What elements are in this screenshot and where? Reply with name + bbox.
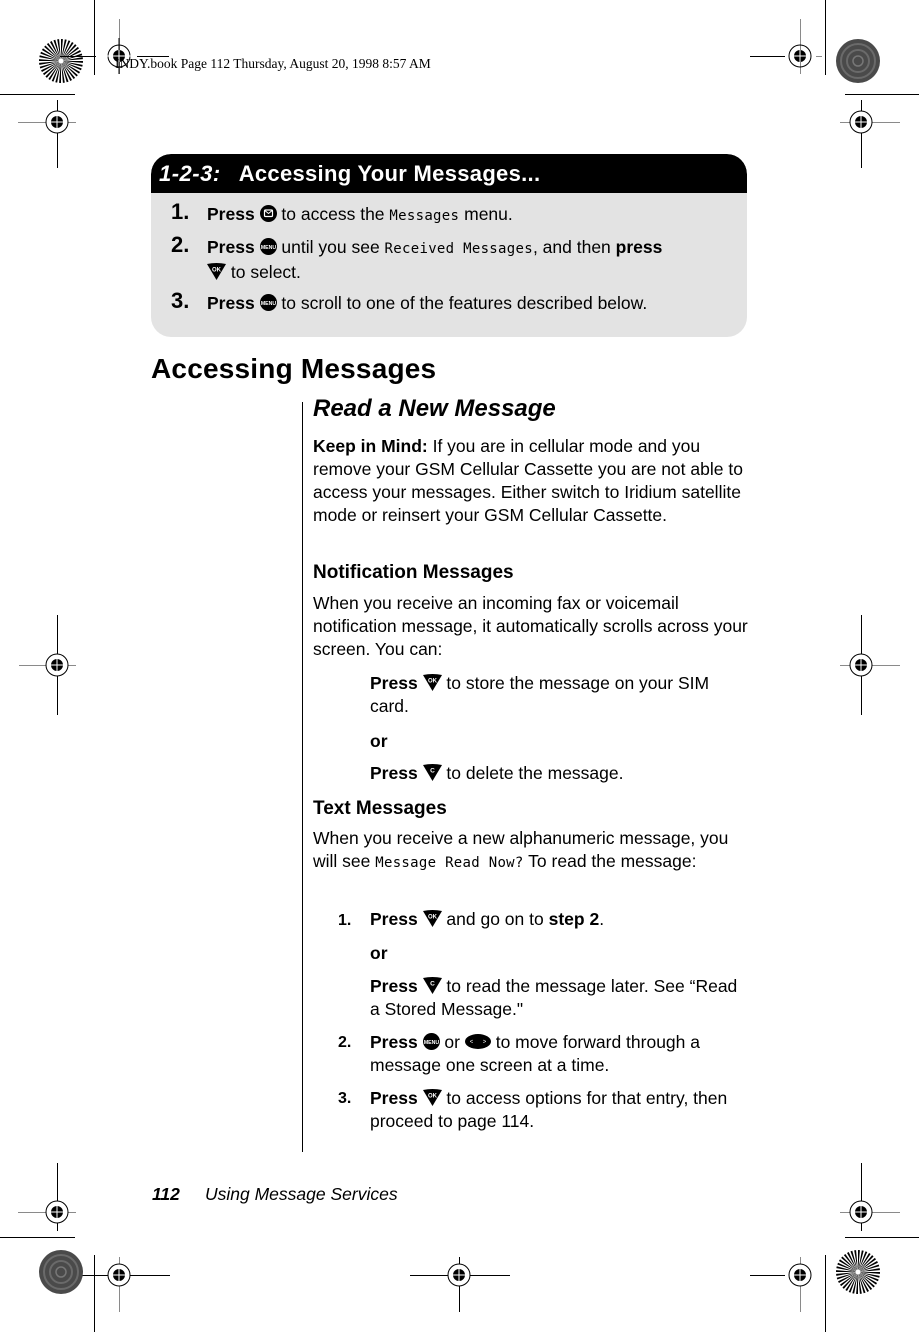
svg-text:OK: OK <box>428 914 438 920</box>
c-key-icon: C <box>422 976 442 994</box>
quick-steps-title: Accessing Your Messages... <box>238 160 541 186</box>
menu-key-icon: MENU <box>259 237 277 255</box>
page-number: 112 <box>152 1184 180 1204</box>
step-number: 3. <box>338 1090 352 1107</box>
crop-mark <box>845 1237 919 1238</box>
starburst-ray <box>61 39 63 61</box>
registration-mark-icon <box>843 647 879 683</box>
ok-key-icon: OK <box>207 262 226 280</box>
press-label: Press <box>370 763 418 783</box>
print-slug: INDY.book Page 112 Thursday, August 20, … <box>115 56 431 71</box>
svg-text:OK: OK <box>428 678 438 684</box>
registration-mark-icon <box>843 104 879 140</box>
svg-text:C: C <box>430 767 435 774</box>
press-label: Press <box>370 1088 418 1108</box>
svg-text:>: > <box>483 1039 487 1045</box>
crop-mark <box>0 94 75 95</box>
step-number: 1. <box>171 199 190 224</box>
registration-mark-icon <box>39 1194 75 1230</box>
text-step: 1. Press OK and go on to step 2. <box>338 908 748 932</box>
svg-text:OK: OK <box>428 1093 438 1099</box>
notification-option: Press C to delete the message. <box>370 763 624 783</box>
crop-mark <box>94 1255 95 1332</box>
press-label: Press <box>207 237 255 257</box>
starburst-ray <box>59 61 61 83</box>
text-messages-title: Text Messages <box>313 798 447 819</box>
c-key-icon: C <box>422 763 442 781</box>
starburst-ray <box>39 59 61 61</box>
svg-text:OK: OK <box>212 267 222 273</box>
svg-text:MENU: MENU <box>260 301 276 307</box>
quick-steps-box: 1-2-3: Accessing Your Messages... 1. Pre… <box>151 154 747 337</box>
registration-mark-icon <box>441 1257 477 1293</box>
step-number: 2. <box>171 232 190 257</box>
press-label: Press <box>370 673 418 693</box>
press-label: Press <box>370 1032 418 1052</box>
text-step: 2. Press MENU or < > to move forward thro… <box>338 1032 700 1075</box>
step-number: 3. <box>171 288 190 313</box>
registration-mark-icon <box>782 1257 818 1293</box>
starburst-ray <box>836 1270 858 1272</box>
footer-section-title: Using Message Services <box>205 1184 398 1204</box>
registration-mark-icon <box>39 647 75 683</box>
text-messages-body: When you receive a new alphanumeric mess… <box>313 828 729 871</box>
press-label: Press <box>207 204 255 224</box>
guide-line <box>750 56 785 57</box>
crop-mark <box>825 1255 826 1332</box>
press-label: Press <box>207 293 255 313</box>
gray-disk-rosette-icon <box>38 1249 84 1295</box>
text-step: 3. Press OK to access options for that e… <box>338 1088 728 1131</box>
starburst-rosette-icon <box>835 1249 881 1295</box>
guide-line <box>750 1275 785 1276</box>
step-number: 2. <box>338 1034 352 1051</box>
starburst-ray <box>61 61 83 63</box>
notification-title: Notification Messages <box>313 562 514 583</box>
press-label: Press <box>370 976 418 996</box>
svg-text:MENU: MENU <box>423 1040 439 1046</box>
scroll-key-icon: < > <box>464 1033 491 1049</box>
gray-disk-rosette-icon <box>835 38 881 84</box>
step-number: 1. <box>338 912 352 929</box>
registration-mark-icon <box>39 104 75 140</box>
note-label: Keep in Mind: <box>313 436 428 456</box>
column-rule <box>302 402 303 1152</box>
registration-mark-icon <box>843 1194 879 1230</box>
text-step: Press C to read the message later. See “… <box>370 976 738 1019</box>
lcd-text: Message Read Now? <box>375 855 524 871</box>
crop-mark <box>0 1237 75 1238</box>
registration-mark-icon <box>782 38 818 74</box>
svg-text:C: C <box>430 980 435 987</box>
subsection-title: Read a New Message <box>313 395 556 422</box>
starburst-rosette-icon <box>38 38 84 84</box>
crop-mark <box>825 0 826 75</box>
message-key-icon <box>259 204 277 222</box>
notification-option: Press OK to store the message on your SI… <box>370 673 710 716</box>
keep-in-mind-note: Keep in Mind: If you are in cellular mod… <box>313 435 748 527</box>
svg-text:MENU: MENU <box>260 245 276 251</box>
menu-key-icon: MENU <box>259 293 277 311</box>
starburst-ray <box>858 1250 860 1272</box>
crop-mark <box>845 94 919 95</box>
or-label: or <box>370 731 388 751</box>
registration-mark-icon <box>101 1257 137 1293</box>
ok-key-icon: OK <box>422 673 442 691</box>
ok-key-icon: OK <box>422 1088 442 1106</box>
starburst-ray <box>856 1272 858 1294</box>
press-label: press <box>615 237 663 257</box>
starburst-ray <box>858 1272 880 1274</box>
section-title: Accessing Messages <box>151 353 437 384</box>
ok-key-icon: OK <box>422 909 442 927</box>
menu-key-icon: MENU <box>422 1032 440 1050</box>
notification-body: When you receive an incoming fax or voic… <box>313 593 748 659</box>
or-label: or <box>370 943 388 963</box>
quick-steps-header: 1-2-3: Accessing Your Messages... <box>151 154 747 193</box>
svg-text:<: < <box>470 1039 474 1045</box>
quick-steps-number: 1-2-3: <box>159 160 221 186</box>
lcd-text: Messages <box>389 208 460 224</box>
crop-mark <box>94 0 95 75</box>
lcd-text: Received Messages <box>384 241 533 257</box>
press-label: Press <box>370 909 418 929</box>
